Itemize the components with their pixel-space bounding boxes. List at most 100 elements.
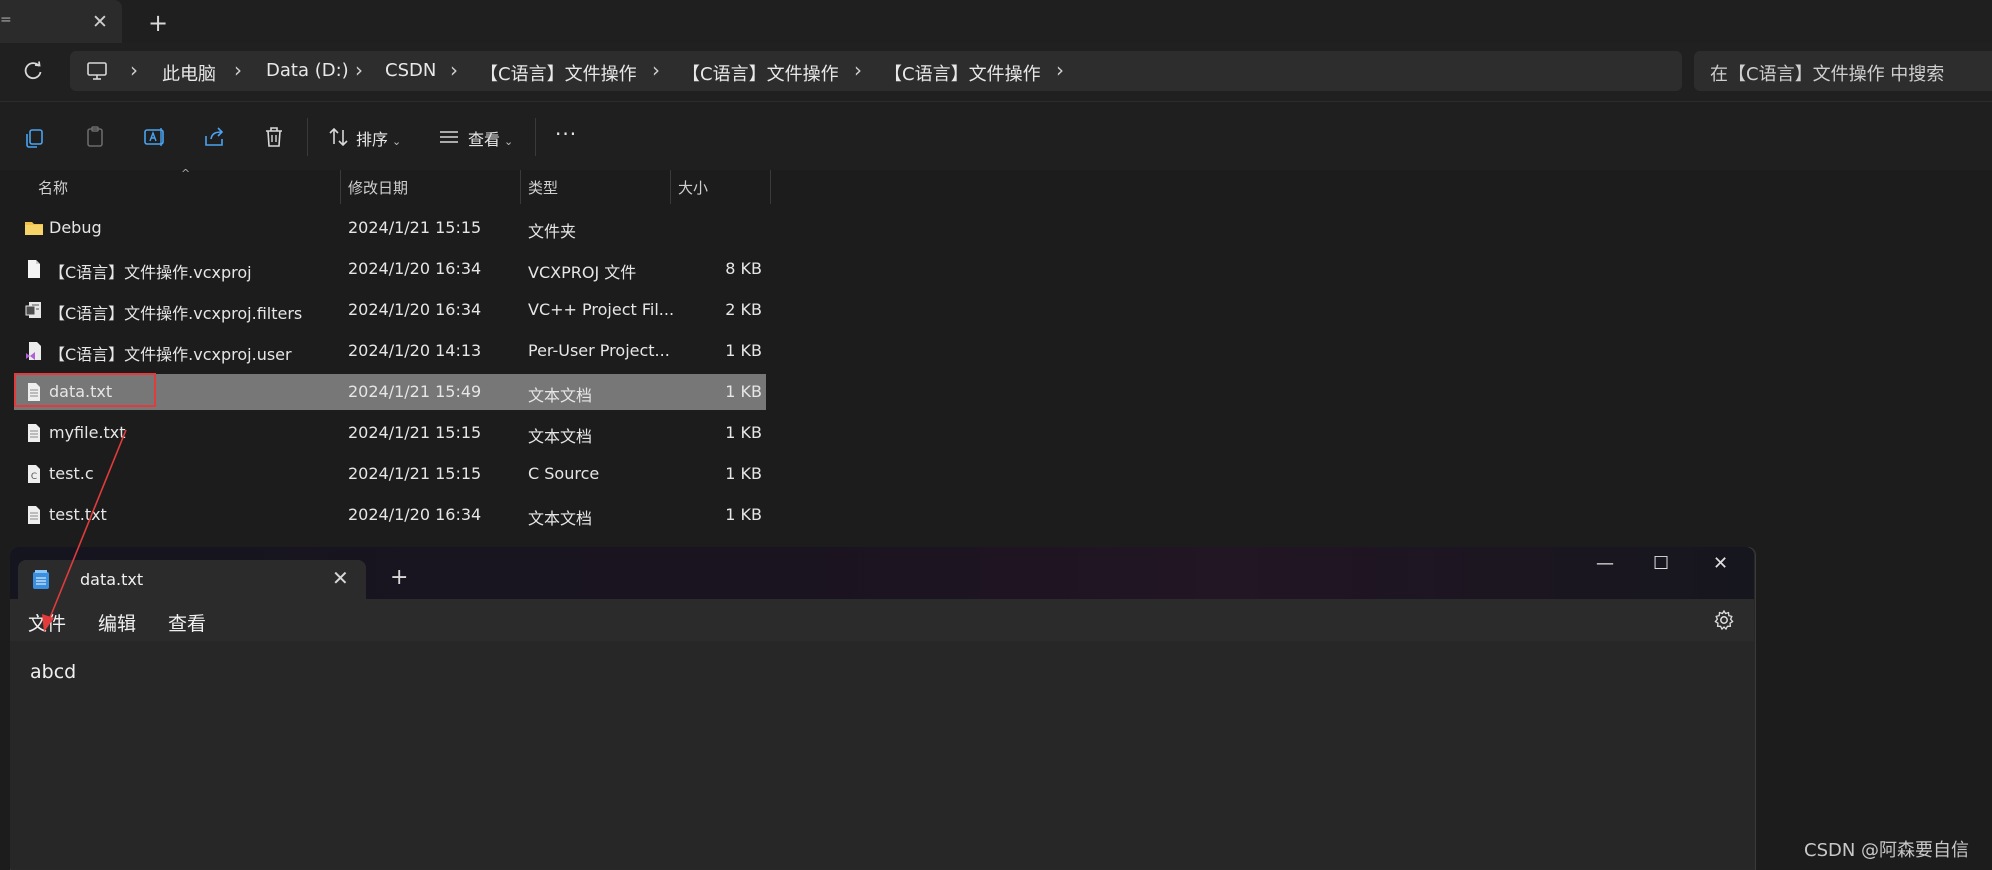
close-window-button[interactable]: ✕	[1713, 553, 1728, 574]
file-row-myfile-txt[interactable]: myfile.txt 2024/1/21 15:15 文本文档 1 KB	[14, 415, 766, 451]
vs-user-file-icon	[26, 342, 41, 360]
breadcrumb-separator[interactable]: ›	[355, 58, 363, 82]
breadcrumb-folder-3[interactable]: 【C语言】文件操作	[884, 60, 1041, 86]
breadcrumb-folder-1[interactable]: 【C语言】文件操作	[480, 60, 637, 86]
file-date: 2024/1/20 16:34	[348, 300, 482, 319]
text-file-icon	[28, 424, 40, 442]
c-source-icon: C	[28, 465, 40, 483]
breadcrumb-csdn[interactable]: CSDN	[385, 60, 436, 81]
chevron-down-icon: ⌄	[392, 135, 402, 148]
file-date: 2024/1/20 14:13	[348, 341, 482, 360]
file-date: 2024/1/21 15:15	[348, 423, 482, 442]
search-input[interactable]: 在【C语言】文件操作 中搜索	[1694, 51, 1992, 91]
view-icon[interactable]	[436, 124, 462, 150]
file-date: 2024/1/21 15:15	[348, 464, 482, 483]
more-options-button[interactable]: ···	[555, 122, 577, 146]
file-row-vcxproj-filters[interactable]: 【C语言】文件操作.vcxproj.filters 2024/1/20 16:3…	[14, 292, 766, 328]
file-name: test.c	[49, 464, 94, 483]
file-size: 1 KB	[725, 341, 762, 360]
notepad-new-tab-button[interactable]: +	[390, 565, 408, 590]
view-button[interactable]: 查看 ⌄	[468, 126, 513, 150]
chevron-down-icon: ⌄	[504, 135, 514, 148]
paste-icon[interactable]	[82, 124, 108, 150]
sort-button[interactable]: 排序 ⌄	[356, 126, 401, 150]
svg-text:C: C	[31, 472, 37, 482]
notepad-content: abcd	[30, 661, 77, 683]
breadcrumb-separator[interactable]: ›	[652, 58, 660, 82]
toolbar-divider	[307, 118, 308, 156]
file-name: 【C语言】文件操作.vcxproj	[49, 263, 252, 282]
text-file-icon	[28, 506, 40, 524]
breadcrumb-separator[interactable]: ›	[130, 58, 138, 82]
file-name: test.txt	[49, 505, 107, 524]
file-size: 8 KB	[725, 259, 762, 278]
breadcrumb-separator[interactable]: ›	[234, 58, 242, 82]
notepad-text-area[interactable]	[10, 641, 1754, 869]
file-date: 2024/1/20 16:34	[348, 505, 482, 524]
computer-icon	[87, 62, 107, 80]
column-header-size[interactable]: 大小	[678, 177, 708, 198]
notepad-tab[interactable]: data.txt ✕	[18, 560, 366, 599]
address-bar[interactable]: › 此电脑 › Data (D:) › CSDN › 【C语言】文件操作 › 【…	[70, 51, 1682, 91]
file-icon	[28, 260, 40, 278]
column-divider[interactable]	[340, 170, 341, 204]
filters-file-icon	[25, 302, 41, 318]
explorer-new-tab-button[interactable]: +	[148, 9, 168, 37]
menu-edit[interactable]: 编辑	[98, 609, 136, 636]
file-row-vcxproj[interactable]: 【C语言】文件操作.vcxproj 2024/1/20 16:34 VCXPRO…	[14, 251, 766, 287]
highlight-box	[14, 373, 156, 407]
explorer-tab-icon: =	[0, 12, 12, 28]
sort-icon[interactable]	[326, 124, 352, 150]
search-placeholder: 在【C语言】文件操作 中搜索	[1710, 64, 1945, 85]
menu-file[interactable]: 文件	[28, 609, 66, 636]
file-date: 2024/1/20 16:34	[348, 259, 482, 278]
rename-icon[interactable]	[142, 124, 168, 150]
refresh-icon[interactable]	[22, 60, 44, 82]
sort-label: 排序	[356, 130, 389, 149]
maximize-button[interactable]: ☐	[1653, 553, 1669, 574]
folder-icon	[25, 222, 43, 235]
breadcrumb-separator[interactable]: ›	[450, 58, 458, 82]
share-icon[interactable]	[202, 124, 228, 150]
notepad-menu-bar: 文件 编辑 查看	[10, 599, 1754, 641]
file-name: Debug	[49, 218, 102, 237]
explorer-tab-close-button[interactable]: ✕	[92, 11, 108, 33]
notepad-tab-close-button[interactable]: ✕	[332, 566, 349, 590]
file-type: VC++ Project Fil...	[528, 300, 675, 319]
file-type: 文本文档	[528, 509, 593, 528]
toolbar-divider	[535, 118, 536, 156]
column-header-name[interactable]: 名称	[38, 177, 68, 198]
column-header-type[interactable]: 类型	[528, 177, 558, 198]
minimize-button[interactable]: —	[1596, 553, 1614, 574]
file-row-debug[interactable]: Debug 2024/1/21 15:15 文件夹	[14, 210, 766, 246]
file-size: 1 KB	[725, 382, 762, 401]
file-row-test-c[interactable]: C test.c 2024/1/21 15:15 C Source 1 KB	[14, 456, 766, 492]
menu-view[interactable]: 查看	[168, 609, 206, 636]
column-divider[interactable]	[670, 170, 671, 204]
file-size: 2 KB	[725, 300, 762, 319]
file-name: 【C语言】文件操作.vcxproj.user	[49, 345, 292, 364]
file-size: 1 KB	[725, 505, 762, 524]
file-type: 文本文档	[528, 427, 593, 446]
breadcrumb-separator[interactable]: ›	[1056, 58, 1064, 82]
column-divider[interactable]	[770, 170, 771, 204]
file-row-vcxproj-user[interactable]: 【C语言】文件操作.vcxproj.user 2024/1/20 14:13 P…	[14, 333, 766, 369]
command-toolbar	[0, 101, 1992, 171]
file-row-test-txt[interactable]: test.txt 2024/1/20 16:34 文本文档 1 KB	[14, 497, 766, 533]
watermark: CSDN @阿森要自信	[1804, 840, 1970, 861]
explorer-title-bar	[0, 0, 1992, 43]
column-header-date[interactable]: 修改日期	[348, 177, 408, 198]
column-divider[interactable]	[520, 170, 521, 204]
copy-icon[interactable]	[22, 124, 48, 150]
explorer-tab[interactable]: ✕	[0, 0, 122, 43]
breadcrumb-folder-2[interactable]: 【C语言】文件操作	[682, 60, 839, 86]
file-type: VCXPROJ 文件	[528, 263, 637, 282]
delete-icon[interactable]	[261, 124, 287, 150]
sort-ascending-icon: ^	[181, 167, 191, 180]
breadcrumb-data-drive[interactable]: Data (D:)	[266, 60, 349, 81]
settings-gear-icon[interactable]	[1713, 609, 1735, 631]
file-date: 2024/1/21 15:49	[348, 382, 482, 401]
breadcrumb-this-pc[interactable]: 此电脑	[162, 60, 216, 86]
file-size: 1 KB	[725, 464, 762, 483]
breadcrumb-separator[interactable]: ›	[854, 58, 862, 82]
